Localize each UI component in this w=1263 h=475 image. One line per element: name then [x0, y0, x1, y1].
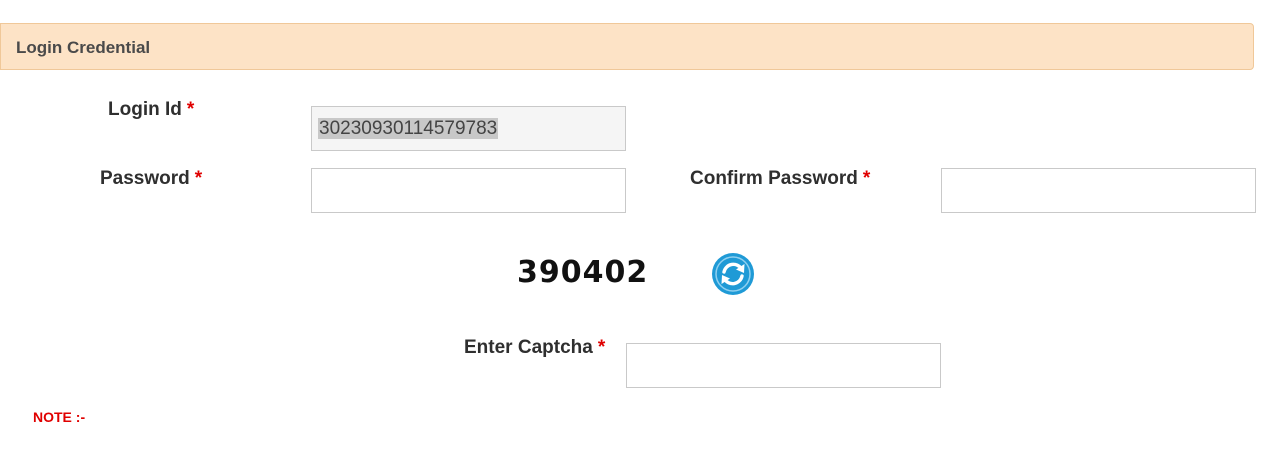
login-id-value-wrap: 30230930114579783: [318, 118, 499, 140]
refresh-icon: [712, 253, 754, 295]
confirm-password-label-text: Confirm Password: [690, 168, 858, 189]
confirm-password-input[interactable]: [941, 168, 1256, 213]
password-input[interactable]: [311, 168, 626, 213]
login-id-label-text: Login Id: [108, 99, 182, 120]
captcha-label: Enter Captcha *: [464, 337, 605, 359]
password-label-text: Password: [100, 168, 190, 189]
password-label: Password *: [100, 168, 202, 190]
captcha-code: 390402: [517, 255, 649, 290]
login-id-value: 30230930114579783: [318, 118, 499, 139]
captcha-input[interactable]: [626, 343, 941, 388]
login-id-field[interactable]: 30230930114579783: [311, 106, 626, 151]
confirm-password-label: Confirm Password *: [690, 168, 870, 190]
captcha-label-text: Enter Captcha: [464, 337, 593, 358]
login-id-label: Login Id *: [108, 99, 194, 121]
required-marker: *: [862, 168, 871, 189]
required-marker: *: [186, 99, 195, 120]
required-marker: *: [194, 168, 203, 189]
panel-title: Login Credential: [16, 38, 151, 57]
captcha-refresh-button[interactable]: [711, 252, 755, 296]
required-marker: *: [597, 337, 606, 358]
note-text: NOTE :-: [33, 409, 86, 425]
panel-heading: Login Credential: [0, 23, 1254, 70]
